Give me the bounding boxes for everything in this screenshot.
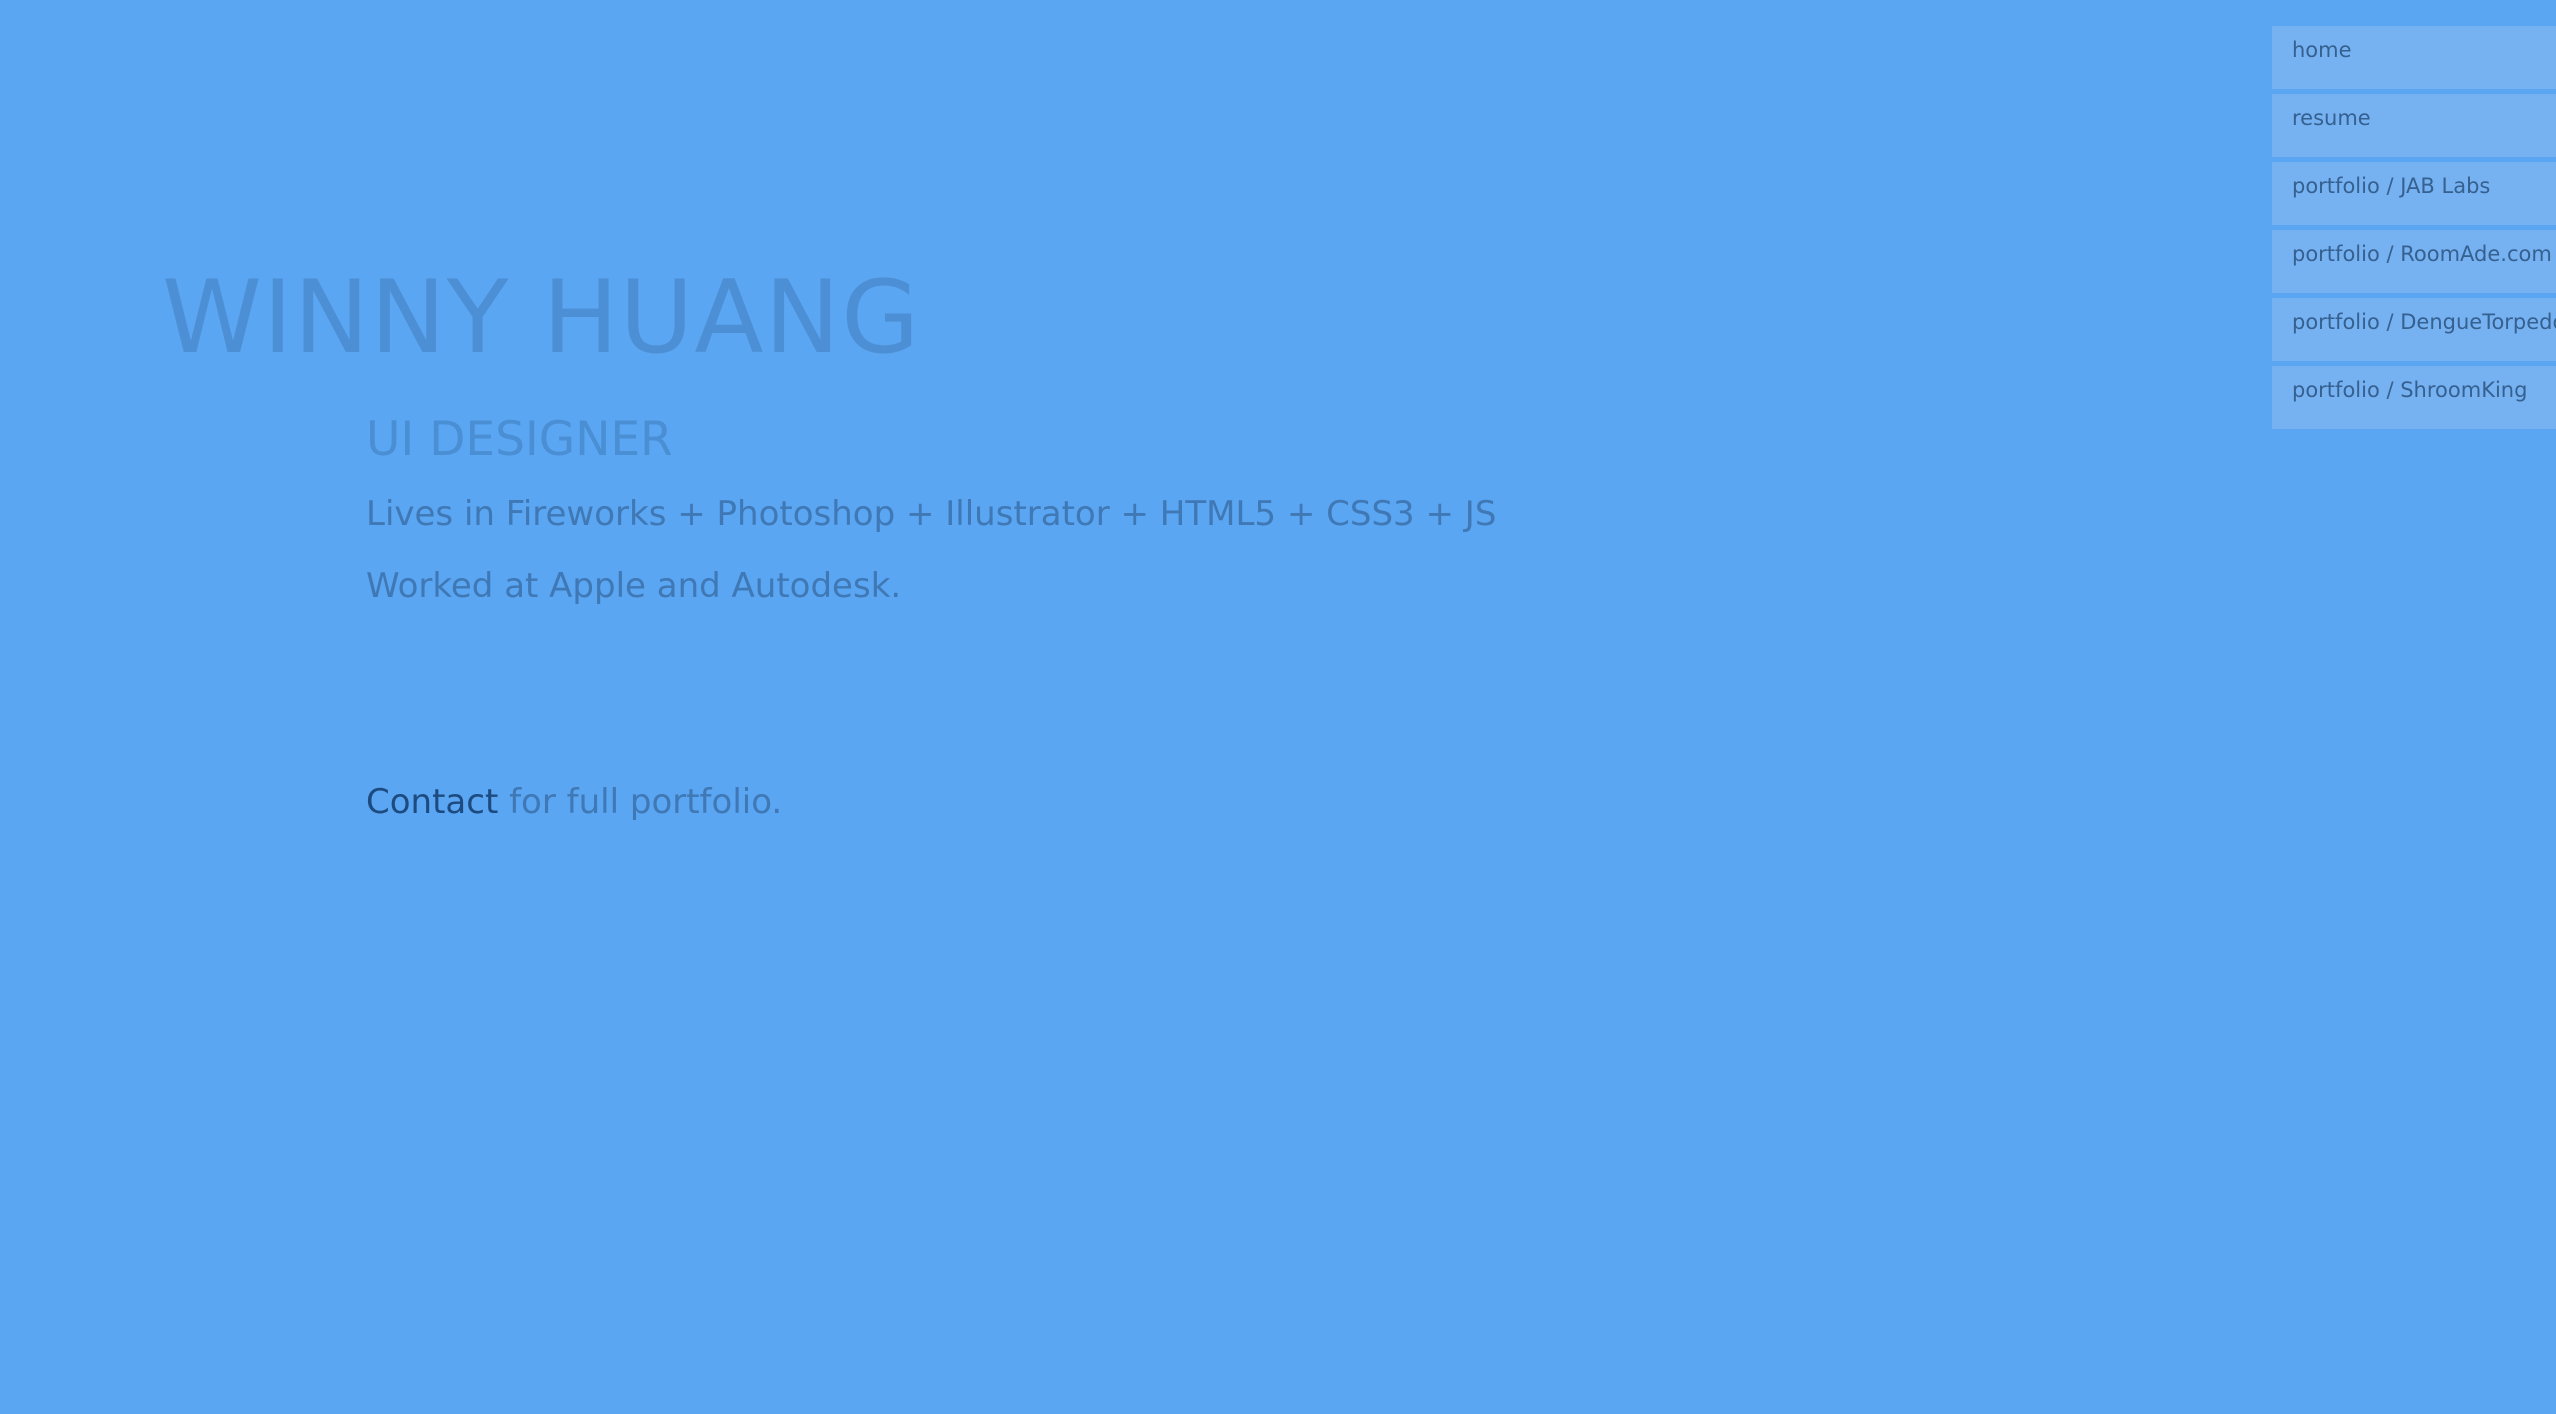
contact-suffix: for full portfolio. (498, 782, 783, 822)
contact-link[interactable]: Contact (366, 782, 498, 822)
tools-line: Lives in Fireworks + Photoshop + Illustr… (366, 494, 1497, 534)
experience-line: Worked at Apple and Autodesk. (366, 566, 902, 606)
page: WINNY HUANG UI DESIGNER Lives in Firewor… (0, 0, 2556, 1414)
nav-item-resume[interactable]: resume (2272, 94, 2556, 157)
nav-item-home[interactable]: home (2272, 26, 2556, 89)
site-nav: home resume portfolio / JAB Labs portfol… (2272, 26, 2556, 434)
job-title: UI DESIGNER (366, 412, 673, 467)
nav-item-portfolio-denguetorpedo[interactable]: portfolio / DengueTorpedo (2272, 298, 2556, 361)
nav-item-portfolio-shroomking[interactable]: portfolio / ShroomKing (2272, 366, 2556, 429)
contact-line: Contact for full portfolio. (366, 782, 782, 823)
page-title: WINNY HUANG (162, 258, 921, 376)
nav-item-portfolio-jab-labs[interactable]: portfolio / JAB Labs (2272, 162, 2556, 225)
nav-item-portfolio-roomade[interactable]: portfolio / RoomAde.com (2272, 230, 2556, 293)
